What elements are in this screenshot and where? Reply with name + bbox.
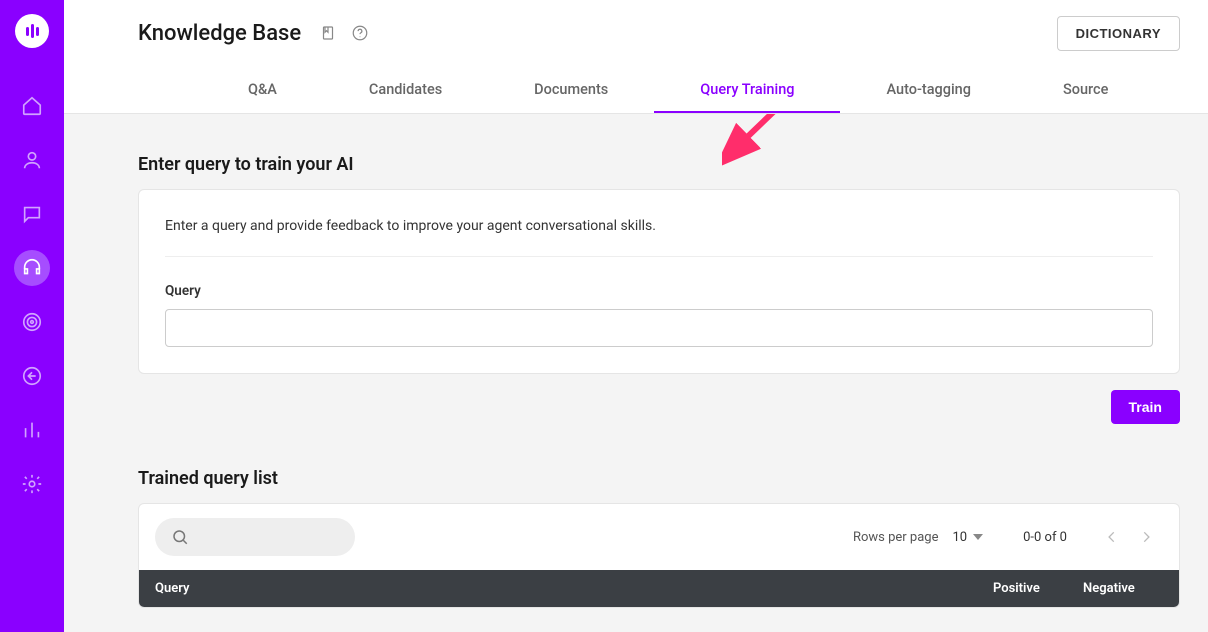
tab-query-training[interactable]: Query Training <box>654 66 840 113</box>
caret-down-icon <box>973 534 983 540</box>
rows-per-page-value: 10 <box>952 530 967 545</box>
tabs: Q&A Candidates Documents Query Training … <box>64 66 1208 114</box>
bookmark-icon[interactable] <box>319 24 337 42</box>
tab-qa[interactable]: Q&A <box>202 66 323 113</box>
target-icon <box>21 311 43 333</box>
sidebar <box>0 0 64 632</box>
query-section-title: Enter query to train your AI <box>138 154 1180 175</box>
nav-knowledge[interactable] <box>14 250 50 286</box>
annotation-arrow-icon <box>722 114 802 192</box>
bar-chart-icon <box>21 419 43 441</box>
nav-chat[interactable] <box>14 196 50 232</box>
col-positive: Positive <box>993 581 1083 596</box>
content: Enter query to train your AI Enter a que… <box>64 114 1208 632</box>
home-icon <box>21 95 43 117</box>
gear-icon <box>21 473 43 495</box>
reply-icon <box>21 365 43 387</box>
user-icon <box>21 149 43 171</box>
headset-icon <box>21 257 43 279</box>
nav-target[interactable] <box>14 304 50 340</box>
rows-per-page-select[interactable]: 10 <box>952 530 983 545</box>
tab-source[interactable]: Source <box>1017 66 1154 113</box>
query-description: Enter a query and provide feedback to im… <box>165 218 1153 257</box>
dictionary-button[interactable]: DICTIONARY <box>1057 16 1180 51</box>
table-header: Query Positive Negative <box>139 570 1179 607</box>
pager-prev[interactable] <box>1095 520 1129 554</box>
logo-bars-icon <box>26 24 39 38</box>
page-title: Knowledge Base <box>138 21 301 46</box>
query-input[interactable] <box>165 309 1153 347</box>
nav-reply[interactable] <box>14 358 50 394</box>
header: Knowledge Base DICTIONARY <box>64 0 1208 66</box>
chevron-left-icon <box>1105 530 1119 544</box>
search-icon <box>171 528 189 546</box>
col-negative: Negative <box>1083 581 1163 596</box>
tab-documents[interactable]: Documents <box>488 66 654 113</box>
pager-next[interactable] <box>1129 520 1163 554</box>
list-search[interactable] <box>155 518 355 556</box>
main: Knowledge Base DICTIONARY Q&A Candidates… <box>64 0 1208 632</box>
tab-auto-tagging[interactable]: Auto-tagging <box>840 66 1017 113</box>
query-card: Enter a query and provide feedback to im… <box>138 189 1180 374</box>
chevron-right-icon <box>1139 530 1153 544</box>
query-input-label: Query <box>165 283 1153 299</box>
help-icon[interactable] <box>351 24 369 42</box>
nav-home[interactable] <box>14 88 50 124</box>
chat-icon <box>21 203 43 225</box>
rows-per-page-label: Rows per page <box>853 530 939 545</box>
list-section-title: Trained query list <box>138 468 1180 489</box>
trained-list-card: Rows per page 10 0-0 of 0 Query Positive… <box>138 503 1180 608</box>
nav-settings[interactable] <box>14 466 50 502</box>
tab-candidates[interactable]: Candidates <box>323 66 488 113</box>
pager-range: 0-0 of 0 <box>1023 530 1067 545</box>
nav-user[interactable] <box>14 142 50 178</box>
list-toolbar: Rows per page 10 0-0 of 0 <box>139 504 1179 570</box>
train-button[interactable]: Train <box>1111 390 1180 424</box>
col-query: Query <box>155 581 993 596</box>
app-logo <box>15 14 49 48</box>
header-icons <box>319 24 369 42</box>
nav-analytics[interactable] <box>14 412 50 448</box>
